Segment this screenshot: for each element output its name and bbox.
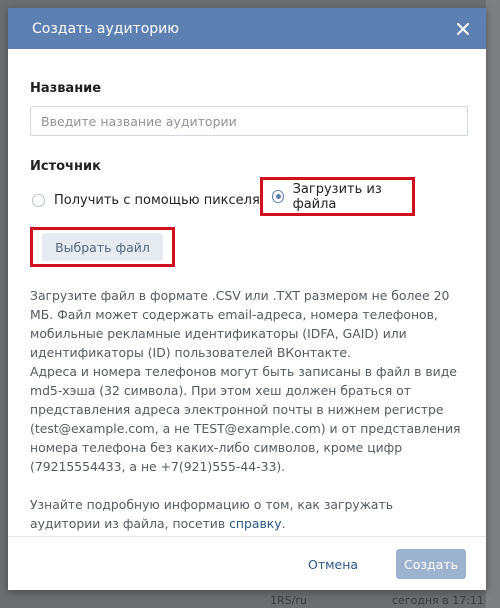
radio-file-label: Загрузить из файла [292,181,382,212]
highlight-frame: Выбрать файл [30,227,175,267]
cancel-button[interactable]: Отмена [308,551,358,579]
choose-file-button[interactable]: Выбрать файл [42,233,163,261]
backdrop-text: 1RS/ru [270,594,307,607]
create-audience-modal: Создать аудиторию Название Источник Полу… [8,8,486,590]
help-paragraph: Узнайте подробную информацию о том, как … [30,495,464,533]
backdrop [486,0,500,608]
close-icon[interactable] [452,18,474,40]
radio-pixel-source[interactable]: Получить с помощью пикселя [32,193,260,208]
backdrop-timestamp: сегодня в 17:11 [392,594,484,607]
radio-pixel-label: Получить с помощью пикселя [54,192,260,208]
modal-header: Создать аудиторию [8,8,486,49]
radio-unchecked-icon [32,193,45,207]
source-label: Источник [30,159,101,174]
source-radio-group: Получить с помощью пикселя Загрузить из … [30,177,464,216]
description-paragraph: Загрузите файл в формате .CSV или .TXT р… [30,288,450,360]
name-label: Название [30,81,102,96]
modal-title: Создать аудиторию [32,20,180,37]
radio-checked-icon [272,190,284,203]
help-text: Узнайте подробную информацию о том, как … [30,497,394,531]
highlight-frame: Загрузить из файла [260,177,415,216]
modal-footer: Отмена Создать [8,536,486,590]
help-suffix: . [281,516,286,531]
upload-description: Загрузите файл в формате .CSV или .TXT р… [30,286,464,533]
modal-body: Название Источник Получить с помощью пик… [8,49,486,539]
description-paragraph: Адреса и номера телефонов могут быть зап… [30,364,461,474]
audience-name-input[interactable] [30,106,468,136]
help-link[interactable]: справку [229,516,282,531]
radio-file-source[interactable]: Загрузить из файла [272,182,412,212]
create-button[interactable]: Создать [396,549,466,579]
